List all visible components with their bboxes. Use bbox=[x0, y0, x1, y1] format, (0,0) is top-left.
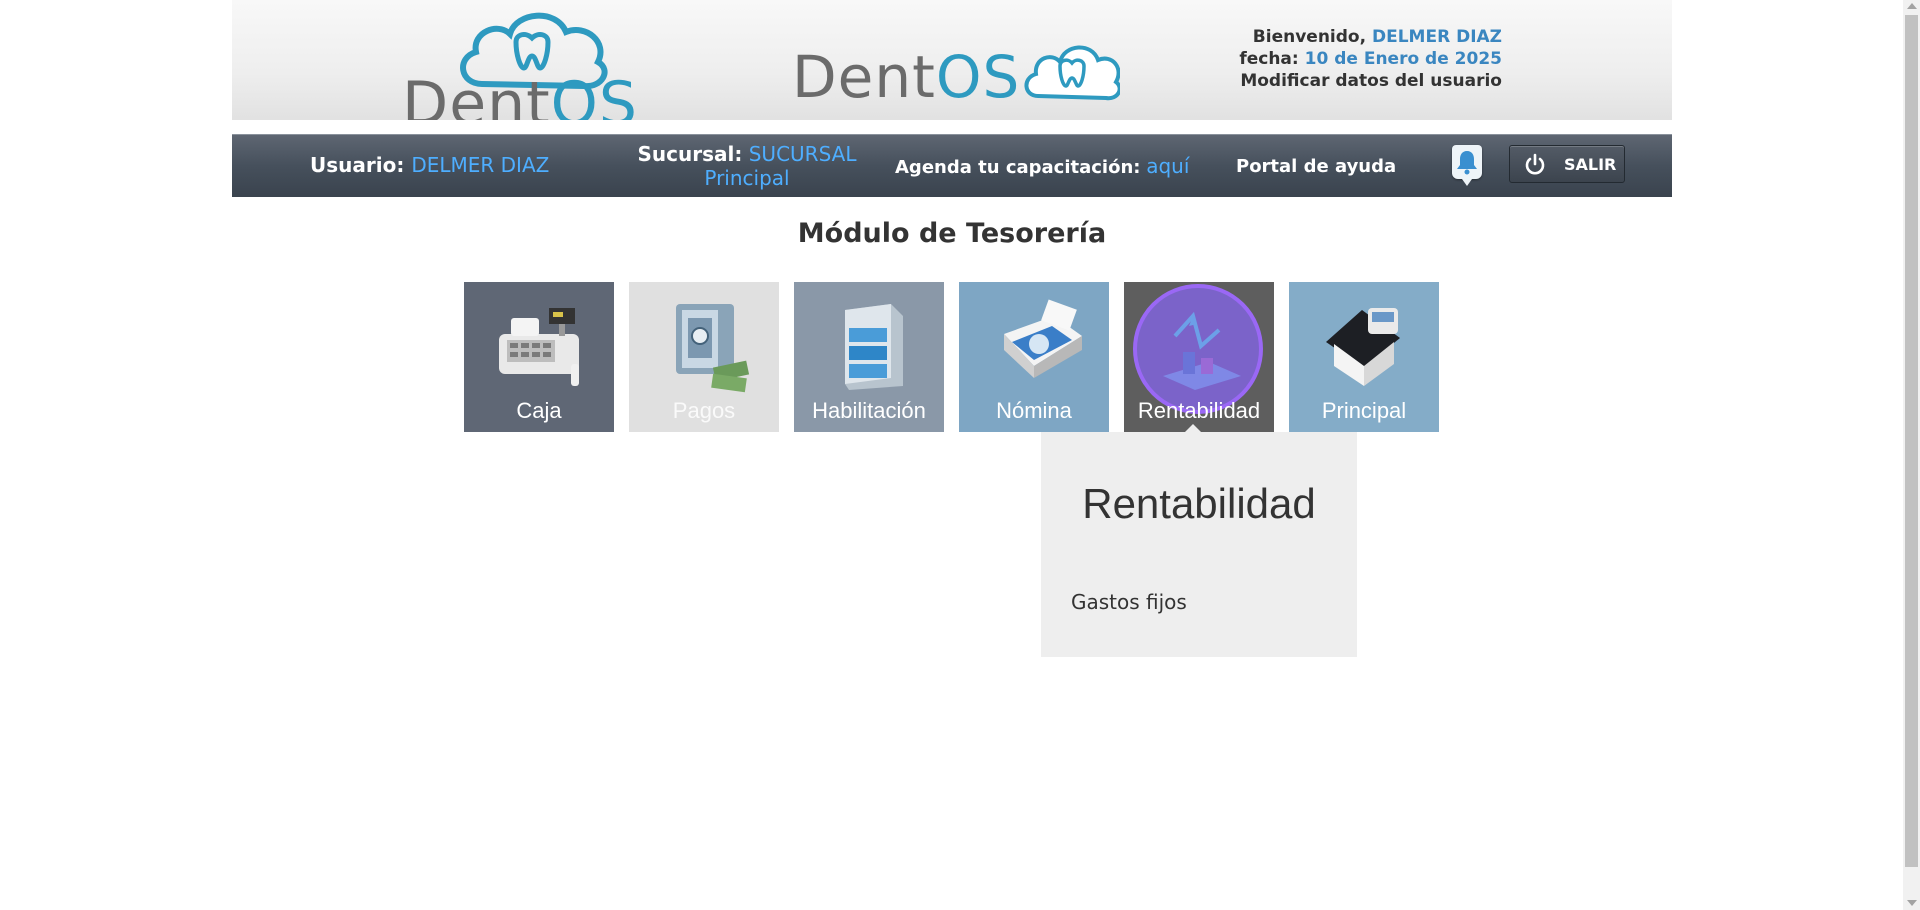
bell-icon bbox=[1457, 151, 1477, 175]
growth-chart-icon bbox=[1163, 311, 1241, 390]
scroll-down-arrow-icon[interactable] bbox=[1907, 900, 1917, 906]
tile-label: Pagos bbox=[672, 398, 736, 423]
gastos-fijos-link[interactable]: Gastos fijos bbox=[1071, 590, 1187, 614]
usuario-label: Usuario: bbox=[310, 153, 405, 177]
scroll-up-arrow-icon[interactable] bbox=[1907, 3, 1917, 9]
usuario-value: DELMER DIAZ bbox=[411, 153, 550, 177]
sucursal-label: Sucursal: bbox=[637, 142, 743, 166]
logout-label: SALIR bbox=[1564, 155, 1617, 174]
tile-label: Caja bbox=[516, 398, 562, 423]
welcome-user-name: DELMER DIAZ bbox=[1371, 27, 1502, 47]
agenda-link[interactable]: aquí bbox=[1146, 154, 1189, 178]
tile-caja[interactable]: Caja bbox=[464, 282, 614, 432]
rentabilidad-dropdown: Rentabilidad Gastos fijos bbox=[1041, 432, 1357, 657]
welcome-label: Bienvenido, bbox=[1252, 27, 1367, 47]
dropdown-title: Rentabilidad bbox=[1082, 480, 1316, 527]
tile-label: Habilitación bbox=[812, 398, 926, 423]
file-cabinet-icon bbox=[845, 304, 903, 390]
tile-habilitacion[interactable]: Habilitación bbox=[794, 282, 944, 432]
top-nav-bar: Usuario: DELMER DIAZ Sucursal: SUCURSAL … bbox=[232, 134, 1672, 197]
portal-help-link[interactable]: Portal de ayuda bbox=[1236, 155, 1396, 179]
modify-user-link[interactable]: Modificar datos del usuario bbox=[1182, 70, 1502, 92]
date-label: fecha: bbox=[1239, 49, 1299, 69]
dentos-logo-small: DentOS bbox=[792, 34, 1132, 114]
scroll-thumb[interactable] bbox=[1905, 15, 1918, 867]
nav-usuario: Usuario: DELMER DIAZ bbox=[310, 153, 549, 177]
notifications-button[interactable] bbox=[1452, 145, 1482, 186]
tile-label: Rentabilidad bbox=[1137, 398, 1261, 423]
safe-money-icon bbox=[676, 304, 750, 393]
header-separator bbox=[232, 120, 1672, 133]
tile-label: Nómina bbox=[996, 398, 1072, 423]
dentos-logo-large: DentOS bbox=[402, 6, 637, 134]
tile-nomina[interactable]: Nómina bbox=[959, 282, 1109, 432]
nav-agenda: Agenda tu capacitación: aquí bbox=[895, 154, 1189, 180]
vertical-scrollbar[interactable] bbox=[1903, 0, 1920, 910]
logo-text-dent: Dent bbox=[792, 43, 936, 111]
logout-button[interactable]: SALIR bbox=[1509, 145, 1625, 183]
logo-text-os: OS bbox=[935, 43, 1021, 111]
tile-label: Principal bbox=[1321, 398, 1407, 423]
home-icon bbox=[1326, 308, 1400, 386]
tile-pagos[interactable]: Pagos bbox=[629, 282, 779, 432]
welcome-block: Bienvenido, DELMER DIAZ fecha: 10 de Ene… bbox=[1182, 26, 1502, 92]
sucursal-value-line1: SUCURSAL bbox=[748, 142, 857, 166]
page-header: DentOS DentOS Bienvenido, DELMER DIAZ fe… bbox=[232, 0, 1672, 134]
date-value: 10 de Enero de 2025 bbox=[1304, 49, 1502, 69]
tile-rentabilidad[interactable]: Rentabilidad bbox=[1124, 282, 1274, 432]
tooth-cloud-icon bbox=[1024, 45, 1120, 101]
nav-sucursal: Sucursal: SUCURSAL Principal bbox=[632, 142, 862, 190]
agenda-label: Agenda tu capacitación: bbox=[895, 157, 1141, 178]
module-title: Módulo de Tesorería bbox=[797, 218, 1107, 249]
power-icon bbox=[1525, 153, 1545, 175]
sucursal-value-line2: Principal bbox=[704, 166, 790, 190]
printer-icon bbox=[1004, 299, 1082, 378]
tile-principal[interactable]: Principal bbox=[1289, 282, 1439, 432]
cash-register-icon bbox=[499, 308, 579, 386]
